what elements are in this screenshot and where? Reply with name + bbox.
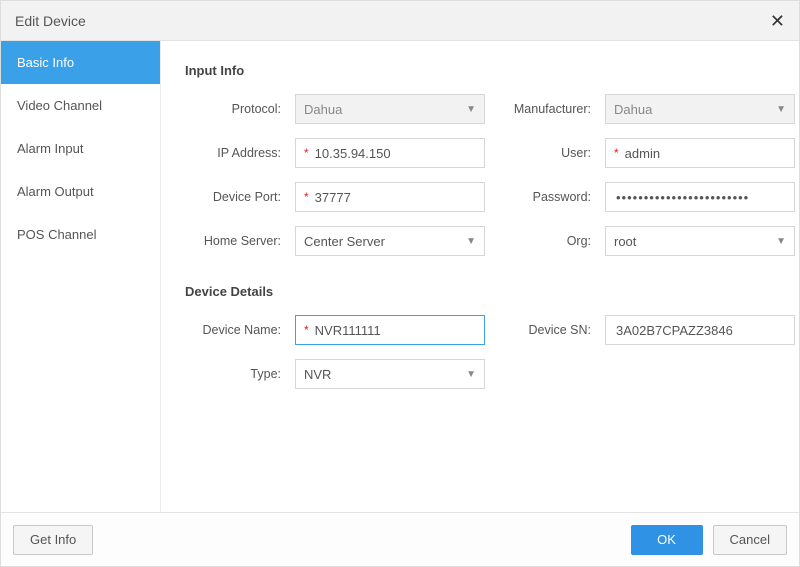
sidebar-item-label: Alarm Output [17,184,94,199]
password-field[interactable] [614,189,786,206]
sidebar-item-label: Alarm Input [17,141,83,156]
port-field[interactable] [313,189,476,206]
required-icon: * [304,190,309,204]
device-sn-field[interactable] [614,322,786,339]
user-label: User: [495,146,595,160]
content: Input Info Protocol: Dahua ▼ Manufacture… [161,41,799,512]
chevron-down-icon: ▼ [466,104,476,115]
type-value: NVR [304,367,331,382]
chevron-down-icon: ▼ [466,236,476,247]
sidebar: Basic Info Video Channel Alarm Input Ala… [1,41,161,512]
protocol-value: Dahua [304,102,342,117]
sidebar-item-alarm-input[interactable]: Alarm Input [1,127,160,170]
sidebar-item-label: Video Channel [17,98,102,113]
cancel-label: Cancel [730,532,770,547]
org-value: root [614,234,636,249]
ip-input[interactable]: * [295,138,485,168]
user-field[interactable] [623,145,786,162]
chevron-down-icon: ▼ [776,104,786,115]
device-name-label: Device Name: [185,323,285,337]
sidebar-item-video-channel[interactable]: Video Channel [1,84,160,127]
home-server-value: Center Server [304,234,385,249]
required-icon: * [614,146,619,160]
device-name-input[interactable]: * [295,315,485,345]
protocol-select[interactable]: Dahua ▼ [295,94,485,124]
required-icon: * [304,146,309,160]
manufacturer-value: Dahua [614,102,652,117]
required-icon: * [304,323,309,337]
titlebar: Edit Device ✕ [1,1,799,41]
port-label: Device Port: [185,190,285,204]
ok-button[interactable]: OK [631,525,703,555]
type-label: Type: [185,367,285,381]
sidebar-item-alarm-output[interactable]: Alarm Output [1,170,160,213]
org-select[interactable]: root ▼ [605,226,795,256]
protocol-label: Protocol: [185,102,285,116]
ok-label: OK [657,532,676,547]
manufacturer-select[interactable]: Dahua ▼ [605,94,795,124]
input-info-form: Protocol: Dahua ▼ Manufacturer: Dahua ▼ … [185,94,775,256]
home-server-label: Home Server: [185,234,285,248]
close-icon[interactable]: ✕ [770,12,785,30]
edit-device-dialog: Edit Device ✕ Basic Info Video Channel A… [0,0,800,567]
section-title-device-details: Device Details [185,284,775,299]
chevron-down-icon: ▼ [776,236,786,247]
sidebar-item-label: Basic Info [17,55,74,70]
user-input[interactable]: * [605,138,795,168]
sidebar-item-label: POS Channel [17,227,97,242]
chevron-down-icon: ▼ [466,369,476,380]
ip-field[interactable] [313,145,476,162]
get-info-button[interactable]: Get Info [13,525,93,555]
cancel-button[interactable]: Cancel [713,525,787,555]
device-details-form: Device Name: * Device SN: Type: NVR ▼ [185,315,775,389]
device-sn-input[interactable] [605,315,795,345]
password-label: Password: [495,190,595,204]
section-title-input-info: Input Info [185,63,775,78]
port-input[interactable]: * [295,182,485,212]
home-server-select[interactable]: Center Server ▼ [295,226,485,256]
device-name-field[interactable] [313,322,476,339]
sidebar-item-pos-channel[interactable]: POS Channel [1,213,160,256]
dialog-title: Edit Device [15,13,86,29]
org-label: Org: [495,234,595,248]
footer-right: OK Cancel [631,525,787,555]
ip-label: IP Address: [185,146,285,160]
sidebar-item-basic-info[interactable]: Basic Info [1,41,160,84]
device-sn-label: Device SN: [495,323,595,337]
get-info-label: Get Info [30,532,76,547]
dialog-body: Basic Info Video Channel Alarm Input Ala… [1,41,799,512]
password-input[interactable] [605,182,795,212]
manufacturer-label: Manufacturer: [495,102,595,116]
footer: Get Info OK Cancel [1,512,799,566]
type-select[interactable]: NVR ▼ [295,359,485,389]
